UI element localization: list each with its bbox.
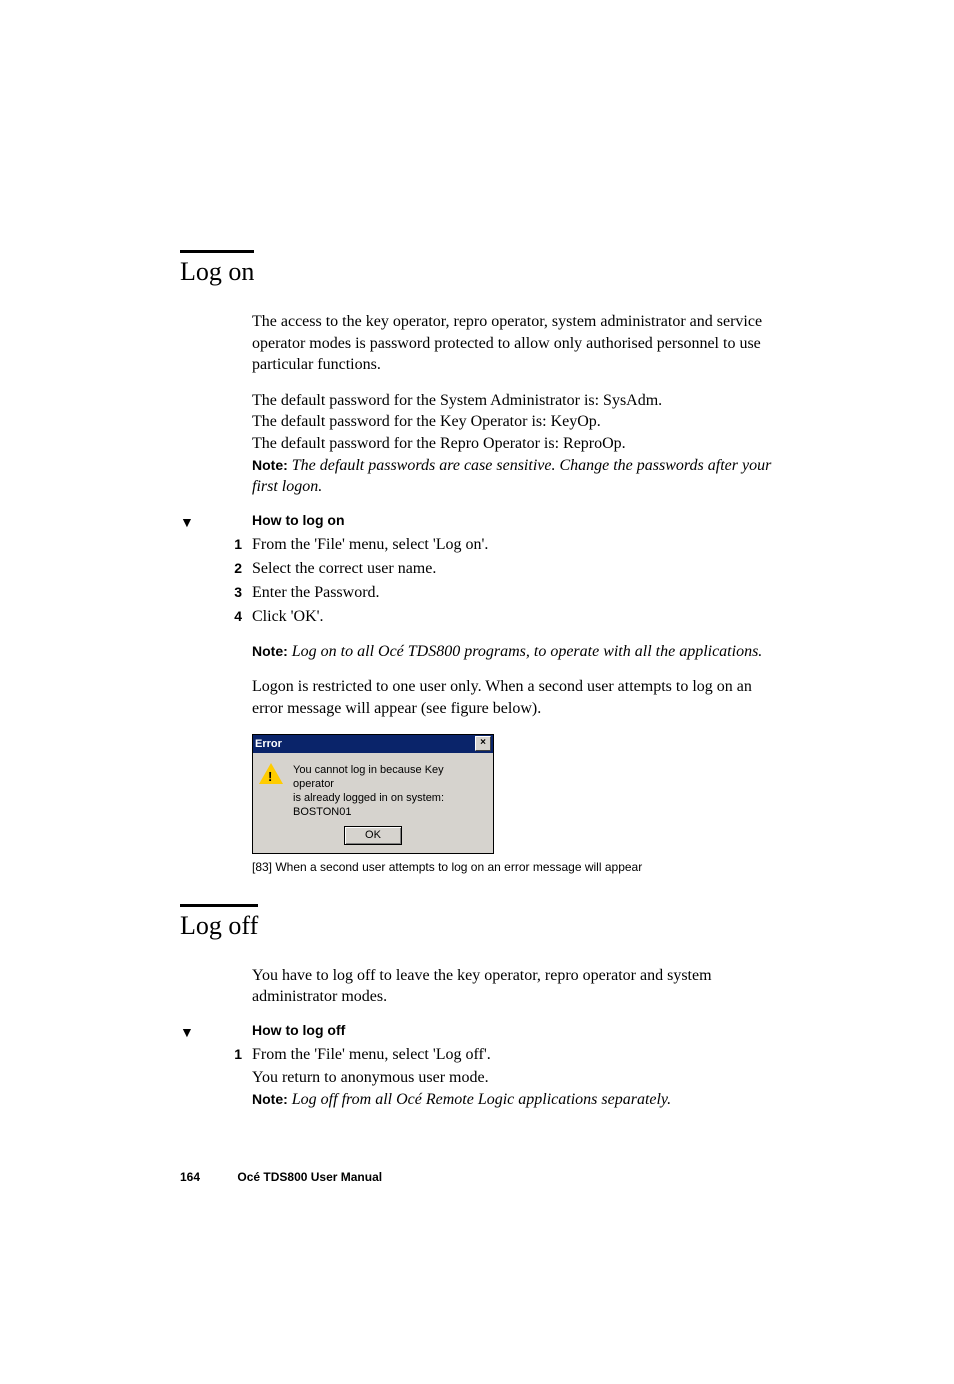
note-defaults-text: The default passwords are case sensitive… xyxy=(252,457,771,496)
step-row: 1 From the 'File' menu, select 'Log on'. xyxy=(180,533,774,557)
note-label: Note: xyxy=(252,643,288,659)
intro-log-on: The access to the key operator, repro op… xyxy=(252,311,774,376)
step-text: Select the correct user name. xyxy=(252,557,774,581)
heading-log-on: Log on xyxy=(180,250,254,287)
default-reproop: The default password for the Repro Opera… xyxy=(252,435,626,452)
step-row: 3 Enter the Password. xyxy=(180,581,774,605)
step-row: 2 Select the correct user name. xyxy=(180,557,774,581)
dialog-msg-line1: You cannot log in because Key operator xyxy=(293,764,444,790)
dialog-title: Error xyxy=(255,738,282,750)
step-text: Enter the Password. xyxy=(252,581,774,605)
step-number: 1 xyxy=(180,1044,252,1065)
procedure-header-logoff: ▼ How to log off xyxy=(180,1022,774,1039)
logon-restriction: Logon is restricted to one user only. Wh… xyxy=(252,676,774,719)
step-number: 1 xyxy=(180,534,252,555)
default-sysadm: The default password for the System Admi… xyxy=(252,392,662,409)
triangle-marker-icon: ▼ xyxy=(180,517,252,531)
step-row: 1 From the 'File' menu, select 'Log off'… xyxy=(180,1043,774,1067)
page-footer: 164 Océ TDS800 User Manual xyxy=(180,1170,774,1184)
procedure-header-logon: ▼ How to log on xyxy=(180,512,774,529)
note-logon-all-text: Log on to all Océ TDS800 programs, to op… xyxy=(292,643,763,660)
note-logoff-text: Log off from all Océ Remote Logic applic… xyxy=(292,1091,671,1108)
step-number: 3 xyxy=(180,582,252,603)
dialog-titlebar: Error × xyxy=(253,735,493,753)
close-icon[interactable]: × xyxy=(475,736,491,751)
note-label: Note: xyxy=(252,1091,288,1107)
step-number: 4 xyxy=(180,606,252,627)
triangle-marker-icon: ▼ xyxy=(180,1027,252,1041)
step-text: From the 'File' menu, select 'Log on'. xyxy=(252,533,774,557)
step-row: 4 Click 'OK'. xyxy=(180,605,774,629)
step-number: 2 xyxy=(180,558,252,579)
default-passwords: The default password for the System Admi… xyxy=(252,390,774,498)
intro-log-off: You have to log off to leave the key ope… xyxy=(252,965,774,1008)
step-text: Click 'OK'. xyxy=(252,605,774,629)
page-number: 164 xyxy=(180,1170,200,1184)
warning-icon xyxy=(259,763,283,784)
page: Log on The access to the key operator, r… xyxy=(0,0,954,1384)
note-logon-all: Note: Log on to all Océ TDS800 programs,… xyxy=(252,641,774,663)
procedure-title-logon: How to log on xyxy=(252,512,345,528)
note-label: Note: xyxy=(252,457,288,473)
default-keyop: The default password for the Key Operato… xyxy=(252,413,601,430)
heading-log-off: Log off xyxy=(180,904,258,941)
error-dialog: Error × You cannot log in because Key op… xyxy=(252,734,494,854)
figure-caption: [83] When a second user attempts to log … xyxy=(252,860,774,874)
dialog-msg-line2: is already logged in on system: BOSTON01 xyxy=(293,792,444,818)
after-step-text: You return to anonymous user mode. xyxy=(252,1069,489,1086)
dialog-message: You cannot log in because Key operator i… xyxy=(293,763,487,820)
doc-title: Océ TDS800 User Manual xyxy=(237,1170,382,1184)
procedure-title-logoff: How to log off xyxy=(252,1022,345,1038)
ok-button[interactable]: OK xyxy=(344,826,402,845)
step-text: From the 'File' menu, select 'Log off'. xyxy=(252,1043,774,1067)
